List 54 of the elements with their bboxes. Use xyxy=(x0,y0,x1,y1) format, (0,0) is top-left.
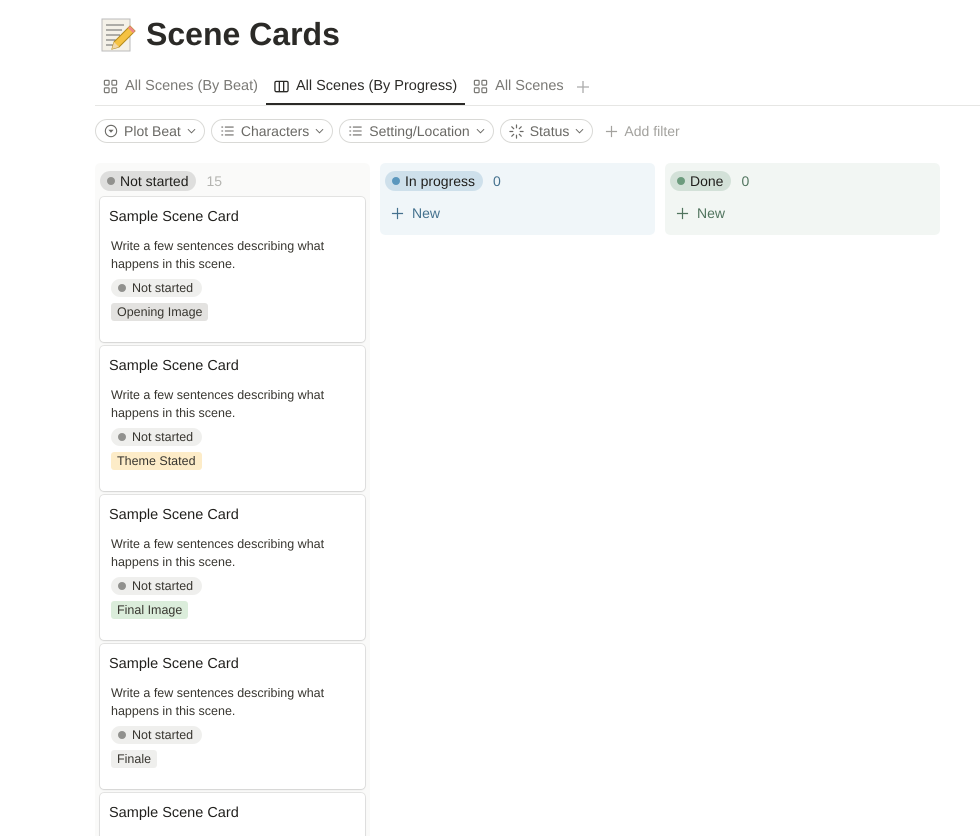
view-tab[interactable]: All Scenes (By Beat) xyxy=(95,69,266,105)
filter-button[interactable]: Status xyxy=(500,119,594,143)
plus-icon xyxy=(605,124,618,138)
gallery-icon xyxy=(103,78,118,94)
card-title: Sample Scene Card xyxy=(109,209,240,225)
beat-tag: Opening Image xyxy=(111,303,208,321)
chevron-down-icon xyxy=(575,128,584,134)
beat-tag: Finale xyxy=(111,750,158,768)
card-title: Sample Scene Card xyxy=(109,656,240,672)
card-title: Sample Scene Card xyxy=(109,805,240,821)
list-icon xyxy=(348,124,364,138)
chevron-down-icon xyxy=(186,128,196,134)
status-pill: Done xyxy=(670,171,732,191)
scene-card[interactable]: Sample Scene Card xyxy=(100,793,365,836)
status-pill: Not started xyxy=(100,171,196,191)
status-pill: Not started xyxy=(111,279,202,297)
board-icon xyxy=(274,78,289,94)
scene-card[interactable]: Sample Scene Card Write a few sentences describing what happens in this scene. Not started Final Image xyxy=(100,495,365,640)
card-title: Sample Scene Card xyxy=(109,507,240,523)
beat-tag: Theme Stated xyxy=(111,452,202,470)
new-card-button[interactable]: New xyxy=(385,197,446,227)
view-tab[interactable]: All Scenes (By Progress) xyxy=(266,69,466,105)
status-pill: Not started xyxy=(111,428,202,446)
plus-icon xyxy=(391,206,404,220)
memo-icon xyxy=(100,16,136,52)
beat-tag: Final Image xyxy=(111,601,188,619)
list-icon xyxy=(220,124,235,138)
card-count: 15 xyxy=(206,173,222,189)
status-pill: Not started xyxy=(111,577,202,595)
view-tab[interactable]: All Scenes xyxy=(465,69,572,105)
card-count: 0 xyxy=(493,173,501,189)
scene-card[interactable]: Sample Scene Card Write a few sentences describing what happens in this scene. Not started Opening Image xyxy=(100,197,365,342)
card-description: Write a few sentences describing what happens in this scene. xyxy=(110,536,326,571)
add-view-icon[interactable] xyxy=(576,80,590,94)
card-title: Sample Scene Card xyxy=(109,358,240,374)
chevron-down-icon xyxy=(315,128,324,134)
dropdown-circle-icon xyxy=(104,124,118,138)
filter-button[interactable]: Setting/Location xyxy=(339,119,494,143)
loading-icon xyxy=(508,124,524,138)
card-description: Write a few sentences describing what happens in this scene. xyxy=(110,387,326,422)
card-description: Write a few sentences describing what happens in this scene. xyxy=(110,238,326,273)
gallery-icon xyxy=(473,78,488,94)
filter-button[interactable]: Characters xyxy=(210,119,334,143)
status-pill: In progress xyxy=(385,171,484,191)
filter-button[interactable]: Plot Beat xyxy=(95,119,205,143)
card-count: 0 xyxy=(741,173,750,189)
status-pill: Not started xyxy=(111,726,202,744)
card-description: Write a few sentences describing what happens in this scene. xyxy=(110,685,326,720)
plus-icon xyxy=(676,206,689,220)
page-title: Scene Cards xyxy=(146,16,340,53)
new-card-button[interactable]: New xyxy=(670,197,732,227)
chevron-down-icon xyxy=(476,128,485,134)
scene-card[interactable]: Sample Scene Card Write a few sentences describing what happens in this scene. Not started Theme Stated xyxy=(100,346,365,491)
scene-card[interactable]: Sample Scene Card Write a few sentences describing what happens in this scene. Not started Finale xyxy=(100,644,365,789)
